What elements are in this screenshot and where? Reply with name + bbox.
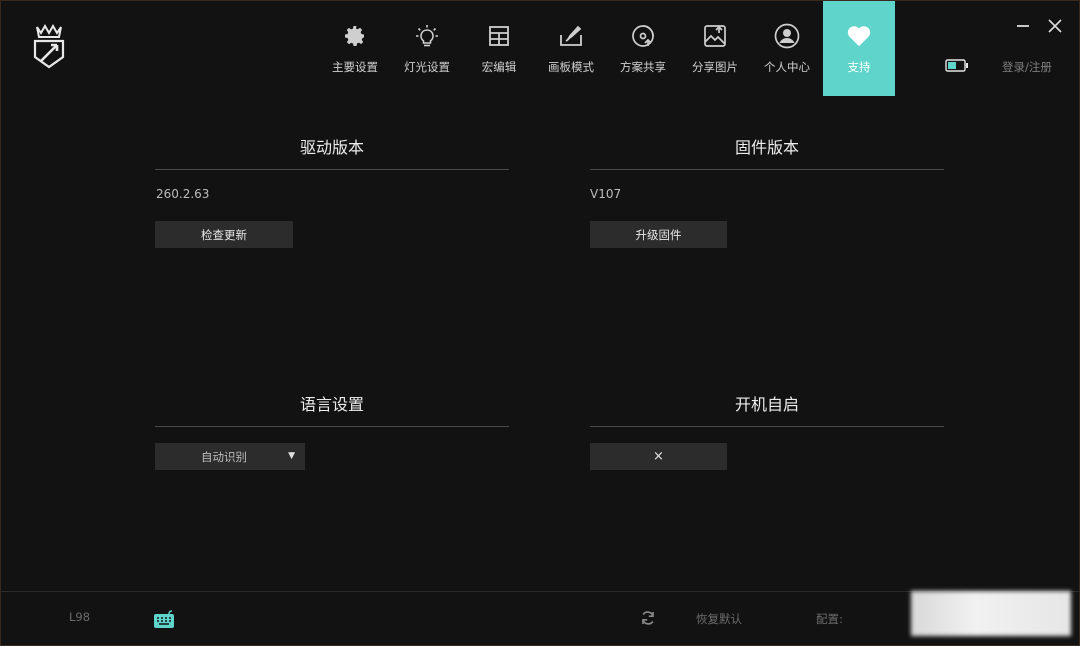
gear-icon bbox=[342, 23, 368, 49]
upgrade-firmware-button[interactable]: 升级固件 bbox=[590, 221, 727, 248]
tab-label: 画板模式 bbox=[548, 60, 594, 74]
divider bbox=[590, 426, 944, 427]
share-image-icon bbox=[702, 23, 728, 49]
config-selector[interactable] bbox=[911, 591, 1071, 636]
macro-grid-icon bbox=[486, 23, 512, 49]
check-update-button[interactable]: 检查更新 bbox=[155, 221, 293, 248]
config-label: 配置: bbox=[816, 612, 843, 626]
restore-defaults-button[interactable]: 恢复默认 bbox=[696, 611, 742, 627]
divider bbox=[155, 426, 509, 427]
autostart-toggle[interactable]: × bbox=[590, 443, 727, 470]
autostart-title: 开机自启 bbox=[734, 395, 799, 414]
minimize-icon[interactable] bbox=[1014, 17, 1032, 35]
tab-label: 方案共享 bbox=[620, 60, 666, 74]
tab-label: 分享图片 bbox=[692, 60, 738, 74]
battery-icon bbox=[945, 59, 968, 72]
tab-label: 宏编辑 bbox=[481, 60, 517, 74]
divider bbox=[155, 169, 509, 170]
tab-label: 个人中心 bbox=[764, 60, 810, 74]
share-disc-icon bbox=[630, 23, 656, 49]
crown-shield-logo bbox=[33, 23, 65, 69]
close-icon[interactable] bbox=[1046, 17, 1064, 35]
caret-down-icon: ▼ bbox=[288, 451, 295, 461]
firmware-version-title: 固件版本 bbox=[734, 138, 799, 157]
lightbulb-icon bbox=[414, 23, 440, 49]
driver-version-title: 驱动版本 bbox=[299, 138, 364, 157]
login-register-link[interactable]: 登录/注册 bbox=[1002, 59, 1052, 75]
paint-board-icon bbox=[558, 23, 584, 49]
tab-main-settings[interactable]: 主要设置 bbox=[319, 1, 391, 96]
language-select[interactable]: 自动识别 ▼ bbox=[155, 443, 305, 470]
tab-scheme-share[interactable]: 方案共享 bbox=[607, 1, 679, 96]
language-settings-title: 语言设置 bbox=[299, 395, 364, 414]
refresh-icon[interactable] bbox=[640, 610, 656, 626]
tab-label: 主要设置 bbox=[332, 60, 378, 74]
user-icon bbox=[774, 23, 800, 49]
tab-share-image[interactable]: 分享图片 bbox=[679, 1, 751, 96]
app-window: 主要设置 灯光设置 宏编辑 画板模式 方案共享 分享图片 个人中心 支持 登录/… bbox=[0, 0, 1080, 646]
tab-label: 灯光设置 bbox=[404, 60, 450, 74]
tab-support[interactable]: 支持 bbox=[823, 1, 895, 96]
keyboard-icon[interactable] bbox=[153, 608, 175, 630]
divider bbox=[590, 169, 944, 170]
tab-label: 支持 bbox=[847, 60, 871, 74]
tab-personal-center[interactable]: 个人中心 bbox=[751, 1, 823, 96]
device-name: L98 bbox=[69, 610, 91, 624]
driver-version-value: 260.2.63 bbox=[156, 187, 210, 201]
language-select-value: 自动识别 bbox=[201, 449, 247, 464]
heart-icon bbox=[846, 23, 872, 49]
firmware-version-value: V107 bbox=[590, 187, 622, 201]
tab-lighting-settings[interactable]: 灯光设置 bbox=[391, 1, 463, 96]
tab-paint-mode[interactable]: 画板模式 bbox=[535, 1, 607, 96]
tab-macro-editor[interactable]: 宏编辑 bbox=[463, 1, 535, 96]
